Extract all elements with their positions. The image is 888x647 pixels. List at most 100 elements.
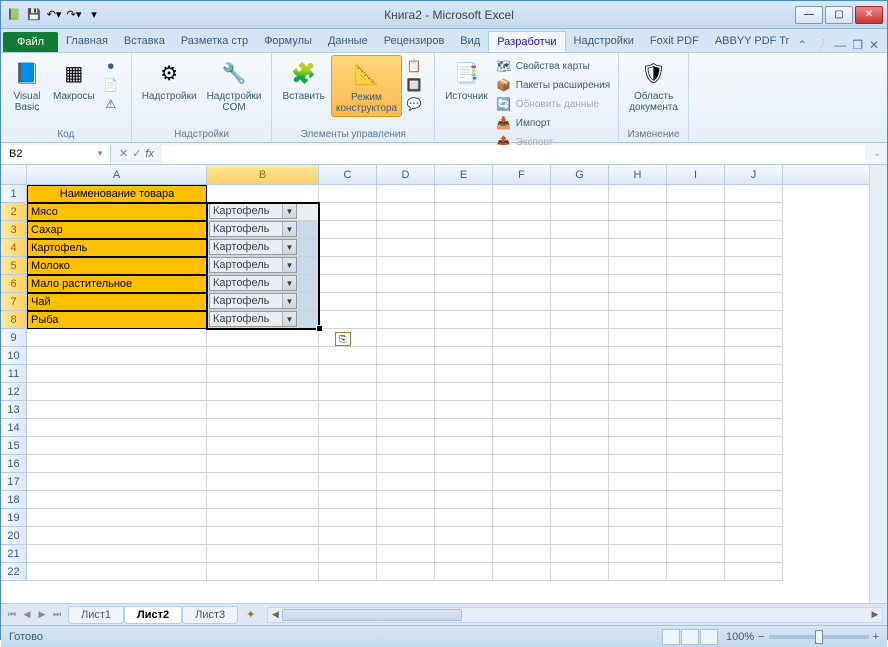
cell[interactable] xyxy=(667,455,725,473)
ribbon-tab[interactable]: Разметка стр xyxy=(173,31,256,52)
name-box-dropdown-icon[interactable]: ▼ xyxy=(96,149,104,158)
cell[interactable] xyxy=(27,419,207,437)
next-sheet-icon[interactable]: ▶ xyxy=(35,609,49,620)
row-header[interactable]: 2 xyxy=(1,203,27,221)
cell[interactable] xyxy=(319,509,377,527)
cell[interactable] xyxy=(493,419,551,437)
cell[interactable] xyxy=(435,365,493,383)
cell[interactable] xyxy=(667,221,725,239)
row-header[interactable]: 22 xyxy=(1,563,27,581)
row-header[interactable]: 3 xyxy=(1,221,27,239)
column-header[interactable]: I xyxy=(667,165,725,184)
cell[interactable] xyxy=(609,419,667,437)
cell[interactable] xyxy=(27,347,207,365)
cell[interactable] xyxy=(493,527,551,545)
cell[interactable]: Рыба xyxy=(27,311,207,329)
cell[interactable] xyxy=(551,473,609,491)
autofill-options-icon[interactable]: ⎘ xyxy=(335,332,351,346)
undo-icon[interactable]: ↶▾ xyxy=(45,6,63,24)
cell[interactable] xyxy=(551,257,609,275)
cell[interactable] xyxy=(551,563,609,581)
cell[interactable] xyxy=(609,437,667,455)
combobox-control[interactable]: Картофель▼ xyxy=(209,293,297,309)
cell[interactable] xyxy=(435,329,493,347)
cell[interactable]: Наименование товара xyxy=(27,185,207,203)
combobox-control[interactable]: Картофель▼ xyxy=(209,257,297,273)
cell[interactable] xyxy=(27,401,207,419)
cell[interactable] xyxy=(377,329,435,347)
cell[interactable] xyxy=(725,473,783,491)
cell[interactable] xyxy=(609,491,667,509)
row-header[interactable]: 4 xyxy=(1,239,27,257)
cell[interactable] xyxy=(609,473,667,491)
ribbon-tab[interactable]: Надстройки xyxy=(566,31,642,52)
cell[interactable] xyxy=(27,437,207,455)
cell[interactable] xyxy=(493,275,551,293)
cell[interactable] xyxy=(551,545,609,563)
cell[interactable] xyxy=(319,275,377,293)
cell[interactable] xyxy=(377,311,435,329)
sheet-tab[interactable]: Лист3 xyxy=(182,606,238,624)
cell[interactable] xyxy=(667,527,725,545)
cell[interactable] xyxy=(207,185,319,203)
cell[interactable] xyxy=(551,401,609,419)
cell[interactable] xyxy=(319,419,377,437)
cell[interactable] xyxy=(493,455,551,473)
cell[interactable] xyxy=(435,221,493,239)
cell[interactable] xyxy=(493,473,551,491)
sheet-tab[interactable]: Лист2 xyxy=(124,606,182,624)
ribbon-small-button[interactable]: ⚠ xyxy=(101,95,125,113)
cell[interactable] xyxy=(725,293,783,311)
cell[interactable] xyxy=(493,383,551,401)
new-sheet-icon[interactable]: ✦ xyxy=(238,608,263,621)
file-tab[interactable]: Файл xyxy=(3,32,58,52)
ribbon-button[interactable]: ▦Макросы xyxy=(49,55,99,104)
cell[interactable] xyxy=(377,257,435,275)
ribbon-tab[interactable]: Разработчи xyxy=(488,31,565,52)
combobox-control[interactable]: Картофель▼ xyxy=(209,275,297,291)
fx-icon[interactable]: fx xyxy=(145,148,154,160)
row-header[interactable]: 6 xyxy=(1,275,27,293)
cell[interactable] xyxy=(725,203,783,221)
cell[interactable]: Мало растительное xyxy=(27,275,207,293)
cell[interactable] xyxy=(667,203,725,221)
cell[interactable] xyxy=(725,221,783,239)
row-header[interactable]: 20 xyxy=(1,527,27,545)
cell[interactable] xyxy=(377,383,435,401)
cell[interactable] xyxy=(319,401,377,419)
ribbon-small-button[interactable]: 📋 xyxy=(404,57,428,75)
row-header[interactable]: 10 xyxy=(1,347,27,365)
column-header[interactable]: B xyxy=(207,165,319,184)
cell[interactable] xyxy=(551,419,609,437)
cell[interactable] xyxy=(435,185,493,203)
cell[interactable] xyxy=(435,473,493,491)
row-header[interactable]: 5 xyxy=(1,257,27,275)
row-header[interactable]: 7 xyxy=(1,293,27,311)
cell[interactable] xyxy=(667,185,725,203)
cell[interactable] xyxy=(435,293,493,311)
name-box[interactable]: B2 ▼ xyxy=(3,145,111,163)
redo-icon[interactable]: ↷▾ xyxy=(65,6,83,24)
column-header[interactable]: F xyxy=(493,165,551,184)
cell[interactable] xyxy=(319,527,377,545)
cell[interactable] xyxy=(493,293,551,311)
column-header[interactable]: D xyxy=(377,165,435,184)
cell[interactable] xyxy=(319,545,377,563)
fill-handle[interactable] xyxy=(316,325,323,332)
cancel-formula-icon[interactable]: ✕ xyxy=(119,147,128,160)
cell[interactable] xyxy=(435,563,493,581)
cell[interactable] xyxy=(609,329,667,347)
dropdown-icon[interactable]: ▼ xyxy=(282,222,296,236)
cell[interactable] xyxy=(725,527,783,545)
cell[interactable] xyxy=(27,491,207,509)
cell[interactable] xyxy=(667,509,725,527)
dropdown-icon[interactable]: ▼ xyxy=(282,294,296,308)
ribbon-button[interactable]: 📐Режимконструктора xyxy=(331,55,402,117)
column-header[interactable]: C xyxy=(319,165,377,184)
cell[interactable] xyxy=(435,401,493,419)
cell[interactable] xyxy=(609,563,667,581)
first-sheet-icon[interactable]: ⏮ xyxy=(5,609,19,620)
enter-formula-icon[interactable]: ✓ xyxy=(132,147,141,160)
cell[interactable] xyxy=(207,437,319,455)
cell[interactable] xyxy=(27,455,207,473)
